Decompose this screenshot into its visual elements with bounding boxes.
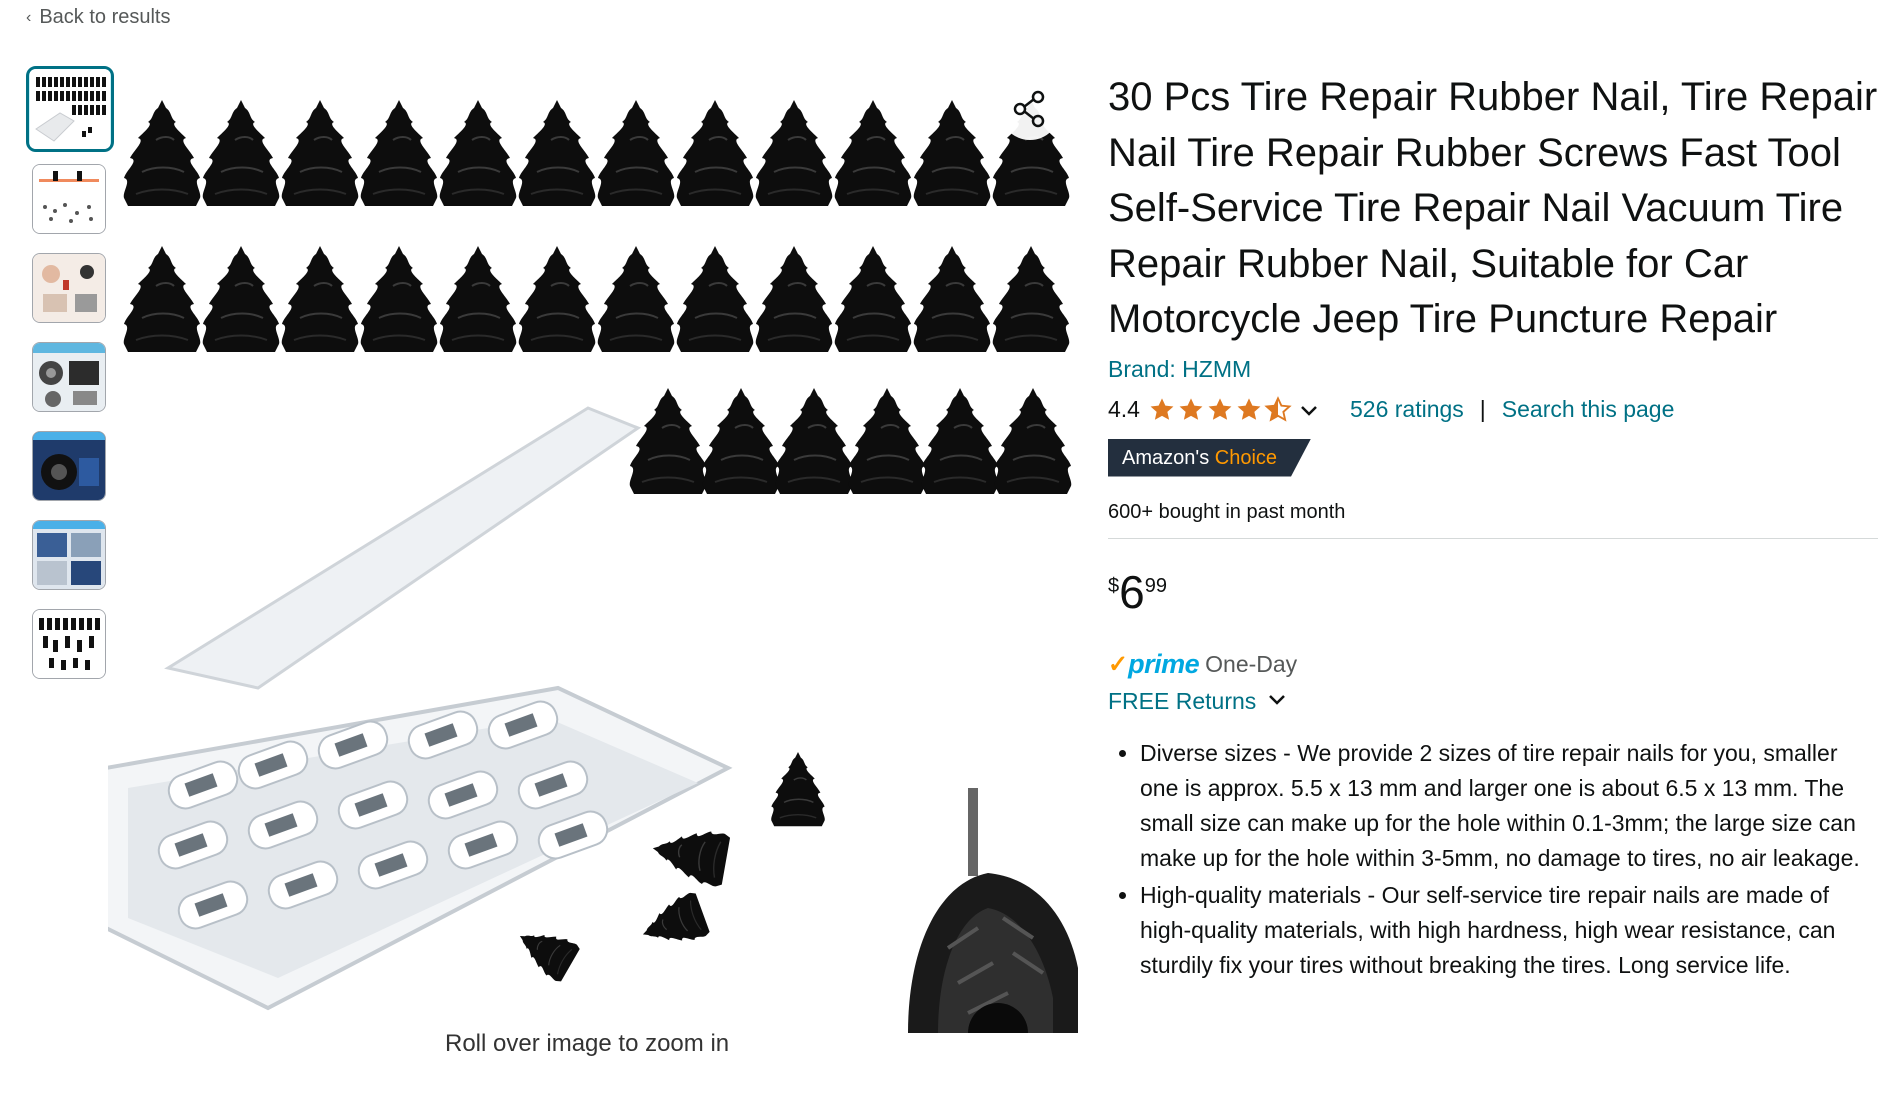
chevron-down-icon bbox=[1266, 688, 1288, 716]
price: $ 6 99 bbox=[1108, 569, 1878, 623]
search-this-page-link[interactable]: Search this page bbox=[1502, 396, 1675, 423]
star-full-icon bbox=[1179, 397, 1203, 420]
thumbnail-list bbox=[26, 66, 114, 698]
badge-prefix: Amazon's bbox=[1122, 446, 1210, 469]
back-to-results-link[interactable]: ‹ Back to results bbox=[26, 6, 171, 29]
prime-delivery-label: One-Day bbox=[1205, 650, 1298, 677]
storage-case bbox=[108, 406, 733, 1011]
thumbnail-1[interactable] bbox=[26, 66, 114, 152]
amazons-choice-badge[interactable]: Amazon's Choice bbox=[1108, 439, 1878, 477]
thumbnail-2[interactable] bbox=[32, 164, 106, 234]
thumbnail-4[interactable] bbox=[32, 342, 106, 412]
chevron-left-icon: ‹ bbox=[26, 8, 32, 26]
zoom-hint: Roll over image to zoom in bbox=[445, 1030, 730, 1057]
rating-value: 4.4 bbox=[1108, 396, 1140, 422]
share-button[interactable] bbox=[1000, 80, 1060, 140]
share-icon bbox=[1010, 89, 1050, 132]
nail-row-3 bbox=[628, 387, 1073, 495]
star-full-icon bbox=[1150, 397, 1174, 420]
star-full-icon bbox=[1208, 397, 1232, 420]
feature-bullet: Diverse sizes - We provide 2 sizes of ti… bbox=[1140, 736, 1878, 876]
nail-row-1 bbox=[122, 99, 1071, 207]
nail-row-2 bbox=[122, 245, 1071, 353]
star-rating[interactable] bbox=[1148, 395, 1292, 424]
prime-check-icon: ✓ bbox=[1108, 650, 1129, 678]
thumbnail-3[interactable] bbox=[32, 253, 106, 323]
product-title: 30 Pcs Tire Repair Rubber Nail, Tire Rep… bbox=[1108, 75, 1878, 341]
free-returns-label: FREE Returns bbox=[1108, 688, 1257, 714]
rating-row: 4.4 526 ratings | Search this page bbox=[1108, 393, 1878, 427]
prime-logo: prime bbox=[1128, 648, 1200, 679]
bought-count: 600+ bought in past month bbox=[1108, 500, 1346, 523]
price-whole: 6 bbox=[1119, 565, 1145, 618]
product-info: 30 Pcs Tire Repair Rubber Nail, Tire Rep… bbox=[1108, 70, 1878, 985]
back-to-results-label: Back to results bbox=[39, 6, 171, 28]
star-full-icon bbox=[1237, 397, 1261, 420]
feature-bullets: Diverse sizes - We provide 2 sizes of ti… bbox=[1108, 736, 1878, 983]
thumbnail-7[interactable] bbox=[32, 609, 106, 679]
tire-illustration bbox=[908, 788, 1078, 1033]
feature-bullet: High-quality materials - Our self-servic… bbox=[1140, 878, 1878, 983]
price-fraction: 99 bbox=[1144, 574, 1167, 597]
price-symbol: $ bbox=[1108, 574, 1120, 597]
thumbnail-6[interactable] bbox=[32, 520, 106, 590]
thumbnail-5[interactable] bbox=[32, 431, 106, 501]
divider bbox=[1108, 537, 1878, 539]
brand-link[interactable]: Brand: HZMM bbox=[1108, 356, 1878, 383]
main-product-image[interactable] bbox=[108, 68, 1078, 1033]
star-half-icon bbox=[1264, 395, 1292, 422]
badge-choice-label: Choice bbox=[1214, 446, 1278, 469]
free-returns-toggle[interactable]: FREE Returns bbox=[1108, 688, 1878, 716]
prime-delivery: ✓ prime One-Day bbox=[1108, 649, 1878, 680]
ratings-count-link[interactable]: 526 ratings bbox=[1350, 396, 1464, 423]
separator: | bbox=[1479, 396, 1486, 422]
chevron-down-icon[interactable] bbox=[1298, 399, 1320, 421]
